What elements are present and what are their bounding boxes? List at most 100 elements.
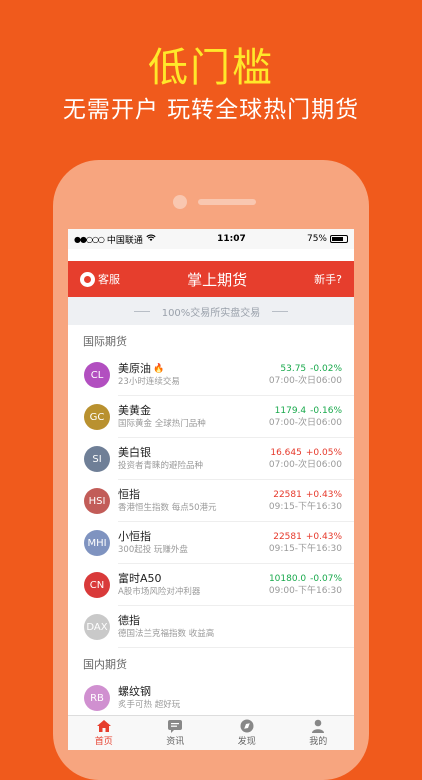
contract-description: A股市场风险对冲利器 bbox=[118, 587, 201, 597]
contract-name-text: 小恒指 bbox=[118, 530, 151, 543]
contract-description: 国际黄金 全球热门品种 bbox=[118, 419, 206, 429]
contract-avatar: GC bbox=[84, 404, 110, 430]
home-icon bbox=[96, 719, 112, 733]
tab-label: 我的 bbox=[309, 737, 328, 747]
section-title: 国际期货 bbox=[83, 335, 127, 348]
quote-block: 1179.4 -0.16% 07:00-次日06:00 bbox=[269, 405, 342, 429]
divider bbox=[133, 310, 150, 312]
contract-avatar: CL bbox=[84, 362, 110, 388]
price-change: -0.07% bbox=[310, 574, 342, 584]
price-line: 22581 +0.43% bbox=[269, 531, 342, 543]
futures-row-rb[interactable]: RB 螺纹钢 炙手可热 超好玩 bbox=[68, 677, 354, 719]
clock: 11:07 bbox=[217, 234, 246, 244]
contract-description: 香港恒生指数 每点50港元 bbox=[118, 503, 217, 513]
contract-info: 螺纹钢 炙手可热 超好玩 bbox=[118, 685, 342, 711]
quote-block: 10180.0 -0.07% 09:00-下午16:30 bbox=[269, 573, 342, 597]
contract-description: 23小时连续交易 bbox=[118, 377, 180, 387]
front-camera bbox=[173, 195, 187, 209]
price-line: 22581 +0.43% bbox=[269, 489, 342, 501]
contract-info: 小恒指 300起投 玩赚外盘 bbox=[118, 530, 269, 556]
battery-percentage: 75% bbox=[306, 234, 327, 244]
quote-block: 22581 +0.43% 09:15-下午16:30 bbox=[269, 489, 342, 513]
contract-avatar: DAX bbox=[84, 614, 110, 640]
earpiece-speaker bbox=[198, 199, 256, 205]
compass-icon bbox=[239, 719, 255, 733]
last-price: 22581 bbox=[273, 532, 302, 542]
contract-name: 美黄金 bbox=[118, 404, 269, 418]
signal-strength: ●●○○○ bbox=[74, 234, 105, 244]
tab-bar: 首页 资讯 发现 我的 bbox=[68, 715, 354, 750]
tab-profile[interactable]: 我的 bbox=[283, 716, 355, 750]
contract-info: 德指德国法兰克福指数 收益高 bbox=[118, 614, 342, 640]
contract-info: 美白银投资者青睐的避险品种 bbox=[118, 446, 269, 472]
last-price: 1179.4 bbox=[274, 406, 307, 416]
last-price: 16.645 bbox=[270, 448, 302, 458]
price-change: +0.43% bbox=[305, 532, 342, 542]
battery-icon bbox=[330, 235, 348, 243]
customer-service-button[interactable]: 客服 bbox=[80, 271, 120, 287]
trading-hours: 07:00-次日06:00 bbox=[268, 460, 342, 470]
contract-name: 美原油 🔥 bbox=[118, 362, 269, 376]
promo-subheadline: 无需开户 玩转全球热门期货 bbox=[62, 97, 360, 123]
status-bar: ●●○○○ 中国联通 11:07 75% bbox=[68, 229, 354, 249]
price-change: +0.43% bbox=[305, 490, 342, 500]
news-icon bbox=[167, 719, 183, 733]
contract-name-text: 恒指 bbox=[118, 488, 140, 501]
contract-name-text: 美原油 bbox=[118, 362, 151, 375]
price-line: 1179.4 -0.16% bbox=[269, 405, 342, 417]
contract-name-text: 美黄金 bbox=[118, 404, 151, 417]
contract-avatar: HSI bbox=[84, 488, 110, 514]
contract-name: 螺纹钢 bbox=[118, 685, 342, 699]
contract-name: 美白银 bbox=[118, 446, 269, 460]
contract-description: 投资者青睐的避险品种 bbox=[118, 461, 204, 471]
contract-info: 富时A50 A股市场风险对冲利器 bbox=[118, 572, 269, 598]
contract-avatar: MHI bbox=[84, 530, 110, 556]
contract-avatar: SI bbox=[84, 446, 110, 472]
contract-name: 富时A50 bbox=[118, 572, 269, 586]
trading-hours: 09:15-下午16:30 bbox=[268, 544, 342, 554]
futures-row-cn[interactable]: CN 富时A50 A股市场风险对冲利器 10180.0 -0.07% 09:00-下午16… bbox=[68, 564, 354, 606]
headset-icon bbox=[80, 271, 95, 287]
price-line: 16.645 +0.05% bbox=[269, 447, 342, 459]
trading-hours: 07:00-次日06:00 bbox=[268, 376, 342, 386]
customer-service-label: 客服 bbox=[98, 273, 120, 286]
price-line: 53.75 -0.02% bbox=[269, 363, 342, 375]
futures-row-dax[interactable]: DAX 德指德国法兰克福指数 收益高 bbox=[68, 606, 354, 648]
futures-row-cl[interactable]: CL 美原油 🔥 23小时连续交易 53.75 -0.02% 07:00-次日06:00 bbox=[68, 354, 354, 396]
tab-label: 首页 bbox=[94, 737, 113, 747]
contract-description: 德国法兰克福指数 收益高 bbox=[118, 629, 215, 639]
section-title: 国内期货 bbox=[83, 658, 127, 671]
banner-text: 100%交易所实盘交易 bbox=[161, 307, 261, 319]
futures-row-si[interactable]: SI 美白银 投资者青睐的避险品种 16.645 +0.05% 07:00-次日06:00 bbox=[68, 438, 354, 480]
newbie-guide-button[interactable]: 新手? bbox=[314, 271, 342, 287]
contract-info: 美原油 🔥 23小时连续交易 bbox=[118, 362, 269, 388]
contract-name-text: 螺纹钢 bbox=[118, 685, 151, 698]
fire-icon: 🔥 bbox=[153, 364, 165, 374]
contract-name-text: 美白银 bbox=[118, 446, 151, 459]
futures-row-gc[interactable]: GC 美黄金 国际黄金 全球热门品种 1179.4 -0.16% 07:00-次日06:0… bbox=[68, 396, 354, 438]
tab-discover[interactable]: 发现 bbox=[211, 716, 283, 750]
carrier-name: 中国联通 bbox=[106, 235, 143, 246]
contract-info: 美黄金国际黄金 全球热门品种 bbox=[118, 404, 269, 430]
quote-block: 16.645 +0.05% 07:00-次日06:00 bbox=[269, 447, 342, 471]
contract-name-text: 德指 bbox=[118, 614, 140, 627]
contract-info: 恒指香港恒生指数 每点50港元 bbox=[118, 488, 269, 514]
futures-row-hsi[interactable]: HSI 恒指 香港恒生指数 每点50港元 22581 +0.43% 09:15-下午16:… bbox=[68, 480, 354, 522]
price-change: -0.02% bbox=[310, 364, 342, 374]
last-price: 10180.0 bbox=[268, 574, 307, 584]
contract-avatar: CN bbox=[84, 572, 110, 598]
page-title: 掌上期货 bbox=[187, 270, 248, 289]
futures-row-mhi[interactable]: MHI 小恒指 300起投 玩赚外盘 22581 +0.43% 09:15-下午16:30 bbox=[68, 522, 354, 564]
tab-home[interactable]: 首页 bbox=[68, 716, 140, 750]
last-price: 22581 bbox=[273, 490, 302, 500]
app-screen: ●●○○○ 中国联通 11:07 75% 客服 掌上期货 新手? 100%交易所… bbox=[68, 229, 354, 750]
contract-name: 德指 bbox=[118, 614, 342, 628]
contract-name: 小恒指 bbox=[118, 530, 269, 544]
contract-avatar: RB bbox=[84, 685, 110, 711]
tab-label: 发现 bbox=[237, 737, 256, 747]
tab-news[interactable]: 资讯 bbox=[140, 716, 212, 750]
divider bbox=[272, 310, 289, 312]
price-change: +0.05% bbox=[305, 448, 342, 458]
trading-hours: 09:15-下午16:30 bbox=[268, 502, 342, 512]
price-line: 10180.0 -0.07% bbox=[269, 573, 342, 585]
